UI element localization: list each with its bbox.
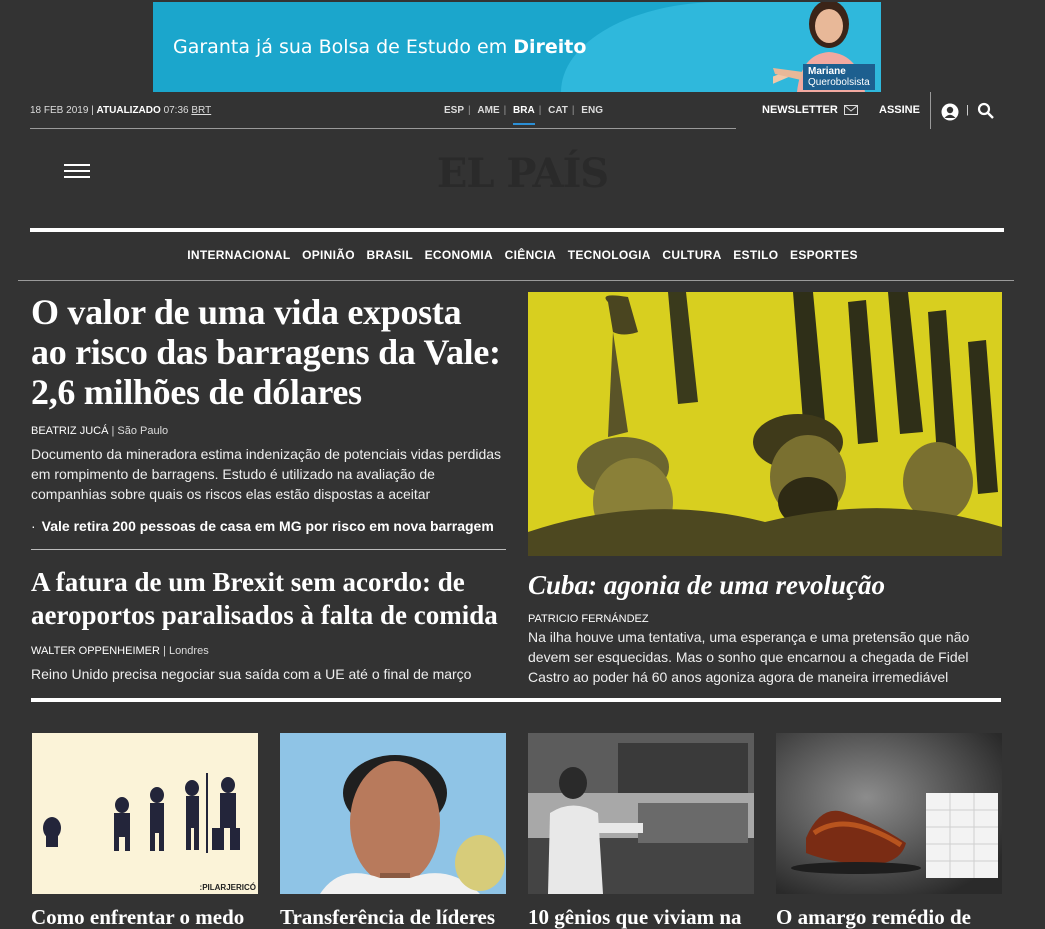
nav-opiniao[interactable]: OPINIÃO (302, 248, 355, 262)
thumb-credit: :PILARJERICÓ (200, 883, 256, 892)
site-logo[interactable]: EL PAÍS (0, 150, 1045, 197)
second-summary: Reino Unido precisa negociar sua saída c… (31, 666, 472, 682)
edition-ame[interactable]: AME (477, 105, 499, 116)
second-byline: WALTER OPPENHEIMER | Londres (31, 645, 209, 657)
nav-economia[interactable]: ECONOMIA (425, 248, 493, 262)
divider (18, 280, 1014, 281)
nav-estilo[interactable]: ESTILO (733, 248, 778, 262)
thumb-genius[interactable] (528, 733, 754, 894)
nav-tecnologia[interactable]: TECNOLOGIA (568, 248, 651, 262)
date-info: 18 FEB 2019 | ATUALIZADO 07:36 BRT (30, 105, 212, 116)
edition-cat[interactable]: CAT (548, 105, 568, 116)
ribs-sugar-illustration (776, 733, 1002, 894)
lead-summary: Documento da mineradora estima indenizaç… (31, 446, 502, 502)
search-icon[interactable] (977, 102, 995, 120)
ad-caption: Mariane Querobolsista (803, 64, 875, 90)
revolution-photo-illustration (528, 292, 1002, 556)
divider (31, 549, 506, 550)
nav-cultura[interactable]: CULTURA (662, 248, 721, 262)
edition-bra[interactable]: BRA (513, 105, 535, 125)
section-nav: INTERNACIONAL OPINIÃO BRASIL ECONOMIA CI… (0, 248, 1045, 262)
divider (31, 698, 1001, 702)
thumb-title-2[interactable]: Transferência de líderes (280, 904, 495, 929)
envelope-icon (843, 105, 858, 115)
edition-esp[interactable]: ESP (444, 105, 464, 116)
lead-headline[interactable]: O valor de uma vida exposta ao risco das… (31, 292, 501, 412)
top-bar: 18 FEB 2019 | ATUALIZADO 07:36 BRT ESP | … (30, 100, 736, 129)
thumb-portrait[interactable] (280, 733, 506, 894)
thumb-title-3[interactable]: 10 gênios que viviam na (528, 904, 742, 929)
divider (930, 92, 931, 129)
nav-brasil[interactable]: BRASIL (367, 248, 413, 262)
edition-eng[interactable]: ENG (581, 105, 603, 116)
feature-summary: Na ilha houve uma tentativa, uma esperan… (528, 629, 970, 685)
second-author[interactable]: WALTER OPPENHEIMER (31, 645, 160, 657)
related-link[interactable]: · Vale retira 200 pessoas de casa em MG p… (31, 518, 494, 534)
feature-headline[interactable]: Cuba: agonia de uma revolução (528, 569, 885, 602)
ad-banner[interactable]: Garanta já sua Bolsa de Estudo em Direit… (153, 2, 881, 92)
evolution-illustration: :PILARJERICÓ (43, 773, 256, 892)
ad-headline: Garanta já sua Bolsa de Estudo em Direit… (173, 36, 587, 58)
thumb-food[interactable] (776, 733, 1002, 894)
timezone-abbr[interactable]: BRT (191, 105, 211, 116)
divider (30, 228, 1004, 232)
thumb-title-4[interactable]: O amargo remédio de (776, 904, 971, 929)
lead-author[interactable]: BEATRIZ JUCÁ (31, 425, 108, 437)
nav-internacional[interactable]: INTERNACIONAL (187, 248, 290, 262)
thumb-evolution[interactable]: :PILARJERICÓ (32, 733, 258, 894)
newsletter-link[interactable]: NEWSLETTER (762, 104, 858, 116)
edition-selector: ESP | AME | BRA | CAT | ENG (442, 105, 605, 125)
feature-photo[interactable] (528, 292, 1002, 556)
lead-byline: BEATRIZ JUCÁ | São Paulo (31, 425, 169, 437)
second-headline[interactable]: A fatura de um Brexit sem acordo: de aer… (31, 566, 511, 632)
thumb-title-1[interactable]: Como enfrentar o medo (31, 904, 244, 929)
divider-pipe: | (966, 104, 969, 116)
feature-byline: PATRICIO FERNÁNDEZ (528, 613, 649, 625)
subscribe-link[interactable]: ASSINE (879, 104, 920, 116)
office-photo-illustration (528, 733, 754, 894)
feature-author[interactable]: PATRICIO FERNÁNDEZ (528, 613, 649, 625)
portrait-illustration (280, 733, 506, 894)
nav-ciencia[interactable]: CIÊNCIA (505, 248, 556, 262)
user-icon[interactable] (941, 103, 959, 121)
nav-esportes[interactable]: ESPORTES (790, 248, 858, 262)
